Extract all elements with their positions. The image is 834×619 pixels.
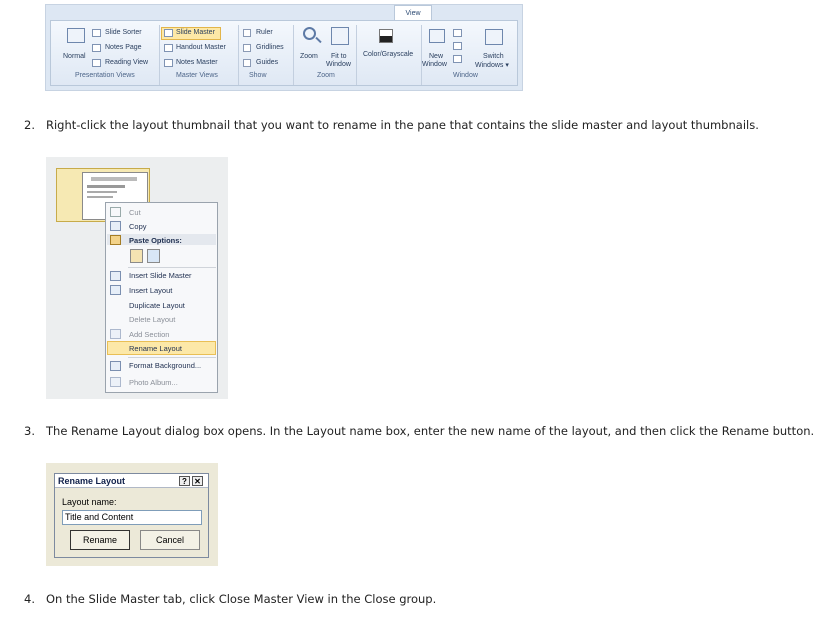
handout-master-icon [164,44,173,52]
ribbon-separator [238,25,239,85]
color-grayscale-button[interactable]: Color/Grayscale [363,51,413,58]
gridlines-label: Gridlines [256,44,284,51]
guides-label: Guides [256,59,279,66]
reading-view-button[interactable]: Reading View [105,59,148,66]
step-number: 4. [24,592,35,606]
ribbon-separator [159,25,160,85]
ribbon-view-tab-screenshot: View Normal Slide Sorter Notes Page Read… [45,4,523,91]
handout-master-button[interactable]: Handout Master [176,44,226,51]
zoom-button[interactable]: Zoom [300,53,318,60]
switch-windows-icon [485,29,503,45]
slide-master-icon [164,29,173,37]
paste-icon [110,235,121,245]
step-text: On the Slide Master tab, click Close Mas… [46,592,437,606]
step-3: 3. The Rename Layout dialog box opens. In… [24,424,814,438]
copy-icon [110,221,121,231]
slide-master-button[interactable]: Slide Master [176,29,215,36]
arrange-all-icon [453,29,462,37]
zoom-magnifier-handle-icon [315,36,322,44]
help-button[interactable]: ? [179,476,190,486]
new-window-label: Window [422,61,447,68]
step-number: 2. [24,118,35,132]
slide-sorter-icon [92,29,101,37]
notes-page-icon [92,44,101,52]
zoom-magnifier-icon [303,27,316,40]
new-window-button[interactable]: New [429,53,443,60]
context-menu: Cut Copy Paste Options: Insert Slide Mas… [105,202,218,393]
paste-picture-icon[interactable] [147,249,160,263]
paste-options-label: Paste Options: [129,236,182,245]
slide-sorter-button[interactable]: Slide Sorter [105,29,142,36]
step-number: 3. [24,424,35,438]
fit-to-window-label: Window [326,61,351,68]
step-2: 2. Right-click the layout thumbnail that … [24,118,759,132]
switch-windows-button[interactable]: Switch [483,53,504,60]
menu-item-duplicate-layout[interactable]: Duplicate Layout [129,301,185,310]
normal-view-button[interactable]: Normal [63,53,86,60]
paste-keep-format-icon[interactable] [130,249,143,263]
new-window-icon [429,29,445,43]
menu-item-copy[interactable]: Copy [129,222,147,231]
fit-to-window-icon [331,27,349,45]
insert-layout-icon [110,285,121,295]
photo-album-icon [110,377,121,387]
layout-name-field[interactable]: Title and Content [62,510,202,525]
cascade-icon [453,42,462,50]
menu-item-format-background[interactable]: Format Background... [129,361,201,370]
scissors-icon [110,207,121,217]
rename-button[interactable]: Rename [70,530,130,550]
ribbon-body: Normal Slide Sorter Notes Page Reading V… [50,20,518,86]
group-master-views: Master Views [176,72,218,79]
insert-slide-master-icon [110,271,121,281]
ruler-label: Ruler [256,29,273,36]
color-grayscale-icon [379,29,393,43]
menu-item-add-section[interactable]: Add Section [129,330,169,339]
guides-checkbox[interactable] [243,59,251,67]
notes-master-icon [164,59,173,67]
cancel-button[interactable]: Cancel [140,530,200,550]
move-split-icon [453,55,462,63]
menu-item-cut[interactable]: Cut [129,208,141,217]
group-zoom: Zoom [317,72,335,79]
add-section-icon [110,329,121,339]
menu-divider [128,267,216,268]
menu-item-delete-layout[interactable]: Delete Layout [129,315,175,324]
fit-to-window-button[interactable]: Fit to [331,53,347,60]
notes-master-button[interactable]: Notes Master [176,59,218,66]
reading-view-icon [92,59,101,67]
menu-item-insert-slide-master[interactable]: Insert Slide Master [129,271,192,280]
rename-layout-dialog: Rename Layout ? ✕ Layout name: Title and… [54,473,209,558]
gridlines-checkbox[interactable] [243,44,251,52]
group-window: Window [453,72,478,79]
ruler-checkbox[interactable] [243,29,251,37]
notes-page-button[interactable]: Notes Page [105,44,142,51]
step-4: 4. On the Slide Master tab, click Close M… [24,592,436,606]
close-button[interactable]: ✕ [192,476,203,486]
layout-name-label: Layout name: [62,497,117,507]
group-show: Show [249,72,267,79]
ribbon-separator [421,25,422,85]
format-background-icon [110,361,121,371]
ribbon-separator [293,25,294,85]
menu-item-photo-album[interactable]: Photo Album... [129,378,178,387]
step-text: The Rename Layout dialog box opens. In t… [46,424,815,438]
menu-divider [128,357,216,358]
switch-windows-label: Windows ▾ [475,62,509,69]
group-presentation-views: Presentation Views [75,72,135,79]
menu-item-insert-layout[interactable]: Insert Layout [129,286,172,295]
step-text: Right-click the layout thumbnail that yo… [46,118,759,132]
normal-view-icon [67,28,85,43]
menu-item-rename-layout[interactable]: Rename Layout [129,344,182,353]
ribbon-separator [356,25,357,85]
